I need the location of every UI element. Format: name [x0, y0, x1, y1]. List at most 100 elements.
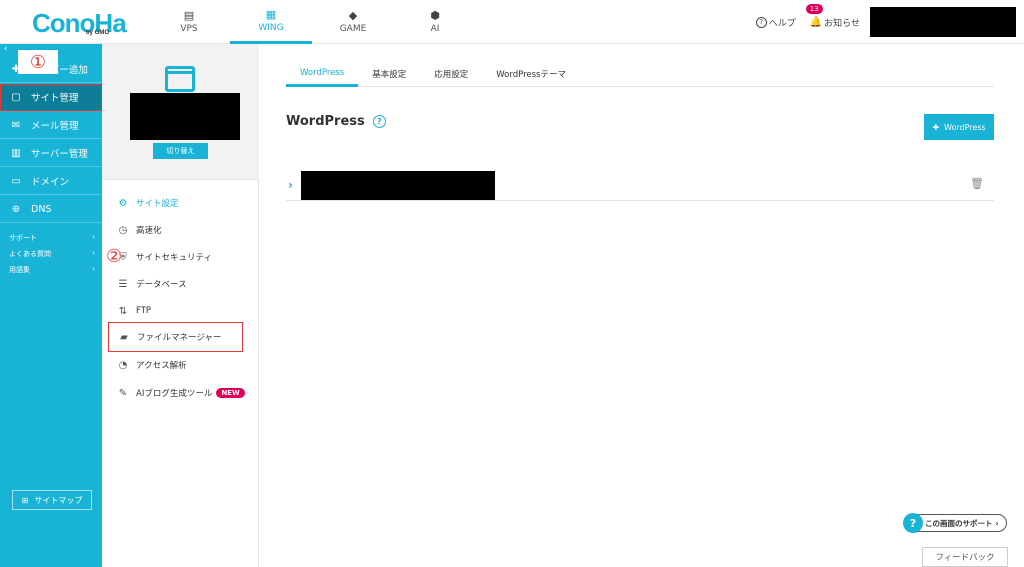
main-content: WordPress 基本設定 応用設定 WordPressテーマ WordPre…	[259, 44, 1024, 567]
page-title-text: WordPress	[286, 114, 365, 129]
tab-vps[interactable]: ▤ VPS	[148, 0, 230, 44]
site-name-redacted	[130, 93, 240, 140]
chevron-right-icon[interactable]: ›	[288, 178, 293, 192]
top-header: ConoHa by GMO ▤ VPS ▦ WING ◆ GAME ⬢ AI ?…	[0, 0, 1024, 44]
menu-speedup[interactable]: ◷ 高速化	[102, 217, 259, 243]
sidebar-item-label: サイト管理	[31, 93, 79, 104]
sidebar-item-dns[interactable]: ⊕ DNS	[0, 196, 102, 223]
database-icon: ☰	[118, 278, 128, 290]
logo-subtext: by GMO	[86, 30, 110, 36]
menu-label: 高速化	[136, 226, 162, 236]
sub-label: 用語集	[9, 266, 30, 274]
tab-advanced-settings[interactable]: 応用設定	[420, 61, 482, 87]
chevron-right-icon: ›	[92, 265, 95, 273]
pie-chart-icon: ◔	[118, 359, 128, 371]
menu-site-settings[interactable]: ⚙ サイト設定	[102, 190, 259, 216]
tab-ai[interactable]: ⬢ AI	[394, 0, 476, 44]
sidebar-item-label: メール管理	[31, 121, 79, 132]
sidebar-sub-faq[interactable]: よくある質問 ›	[9, 249, 95, 259]
tab-label: GAME	[339, 24, 367, 34]
site-settings-icon: ⚙	[118, 197, 128, 209]
server-icon: ▤	[183, 9, 195, 22]
menu-label: FTP	[136, 306, 152, 316]
conoha-logo[interactable]: ConoHa	[32, 8, 127, 39]
plus-icon: ✚	[932, 122, 940, 132]
sidebar-item-label: ドメイン	[31, 177, 70, 188]
sidebar-sub-support[interactable]: サポート ›	[9, 233, 95, 243]
sub-label: よくある質問	[9, 250, 51, 258]
add-wordpress-label: WordPress	[944, 122, 986, 132]
menu-site-security[interactable]: ⛨ サイトセキュリティ	[102, 244, 259, 270]
stopwatch-icon: ◷	[118, 224, 128, 236]
help-label: ヘルプ	[768, 18, 796, 29]
mail-icon: ✉	[11, 119, 21, 131]
notice-label: お知らせ	[824, 18, 860, 29]
top-nav: ▤ VPS ▦ WING ◆ GAME ⬢ AI	[148, 0, 476, 44]
switch-site-button[interactable]: 切り替え	[153, 143, 208, 159]
sidebar-item-label: DNS	[31, 203, 52, 215]
page-support-button[interactable]: ? この画面のサポート ›	[903, 513, 1007, 533]
support-label: この画面のサポート	[925, 518, 993, 528]
tab-wordpress-theme[interactable]: WordPressテーマ	[482, 61, 580, 87]
menu-label: ファイルマネージャー	[137, 333, 222, 343]
feedback-button[interactable]: フィードバック	[922, 547, 1008, 567]
sitemap-button[interactable]: ⊞ サイトマップ	[12, 490, 92, 510]
tab-wordpress[interactable]: WordPress	[286, 61, 359, 87]
sidebar-item-label: サーバー管理	[31, 149, 88, 160]
account-menu-redacted[interactable]	[870, 7, 1016, 37]
menu-label: データベース	[136, 280, 187, 290]
wordpress-list-item[interactable]: › 🗑	[286, 169, 994, 201]
menu-ai-blog-tool[interactable]: ✎ AIブログ生成ツール NEW	[102, 380, 259, 406]
new-badge: NEW	[216, 388, 245, 398]
folder-icon: ▰	[120, 331, 128, 343]
sidebar-item-site-management[interactable]: ▢ サイト管理	[0, 84, 102, 111]
header-right: ? ヘルプ 13 🔔 お知らせ	[755, 0, 1024, 44]
sidebar-item-mail[interactable]: ✉ メール管理	[0, 112, 102, 139]
menu-label: サイトセキュリティ	[136, 253, 212, 263]
domain-icon: ▭	[11, 175, 21, 187]
notice-link[interactable]: 13 🔔 お知らせ	[805, 3, 860, 29]
content-tabs: WordPress 基本設定 応用設定 WordPressテーマ	[286, 61, 994, 87]
chevron-right-icon: ›	[995, 518, 999, 528]
question-icon[interactable]: ?	[372, 115, 386, 128]
tab-label: WING	[258, 22, 284, 33]
question-icon: ?	[903, 513, 923, 533]
menu-file-manager[interactable]: ▰ ファイルマネージャー	[108, 322, 243, 352]
notice-count-badge: 13	[805, 3, 823, 14]
sidebar-item-server[interactable]: ▥ サーバー管理	[0, 140, 102, 167]
browser-window-icon	[165, 66, 195, 92]
tab-basic-settings[interactable]: 基本設定	[358, 61, 420, 87]
add-wordpress-button[interactable]: ✚ WordPress	[924, 114, 994, 140]
annotation-number-2: ②	[106, 246, 123, 267]
tab-label: AI	[430, 24, 440, 34]
sidebar-item-domain[interactable]: ▭ ドメイン	[0, 168, 102, 195]
menu-ftp[interactable]: ⇅ FTP	[102, 298, 259, 324]
menu-label: AIブログ生成ツール	[136, 389, 213, 399]
chevron-right-icon: ›	[92, 233, 95, 241]
sidebar-sub-glossary[interactable]: 用語集 ›	[9, 265, 95, 275]
help-icon: ?	[755, 16, 767, 28]
trash-icon[interactable]: 🗑	[970, 177, 984, 190]
site-panel: 切り替え ⚙ サイト設定 ◷ 高速化 ⛨ サイトセキュリティ ☰ データベース …	[102, 44, 259, 567]
collapse-icon[interactable]: ‹	[4, 44, 8, 54]
menu-access-analytics[interactable]: ◔ アクセス解析	[102, 352, 259, 378]
tab-wing[interactable]: ▦ WING	[230, 0, 312, 44]
left-sidebar: ‹ ✚ サーバー追加 ▢ サイト管理 ✉ メール管理 ▥ サーバー管理 ▭ ドメ…	[0, 44, 102, 567]
annotation-number-1: ①	[18, 50, 58, 74]
sub-label: サポート	[9, 234, 37, 242]
globe-icon: ⊕	[11, 203, 21, 215]
menu-database[interactable]: ☰ データベース	[102, 271, 259, 297]
gamepad-icon: ◆	[348, 9, 358, 22]
building-icon: ▦	[265, 7, 277, 21]
tab-game[interactable]: ◆ GAME	[312, 0, 394, 44]
sitemap-label: サイトマップ	[34, 495, 83, 505]
page-title: WordPress ?	[286, 114, 386, 129]
server-icon: ▥	[11, 147, 21, 159]
ai-icon: ⬢	[430, 9, 440, 22]
site-card: 切り替え	[102, 44, 259, 180]
menu-label: アクセス解析	[136, 361, 187, 371]
menu-label: サイト設定	[136, 199, 179, 209]
chevron-right-icon: ›	[92, 249, 95, 257]
help-link[interactable]: ? ヘルプ	[755, 16, 796, 29]
wordpress-site-redacted	[301, 171, 495, 200]
